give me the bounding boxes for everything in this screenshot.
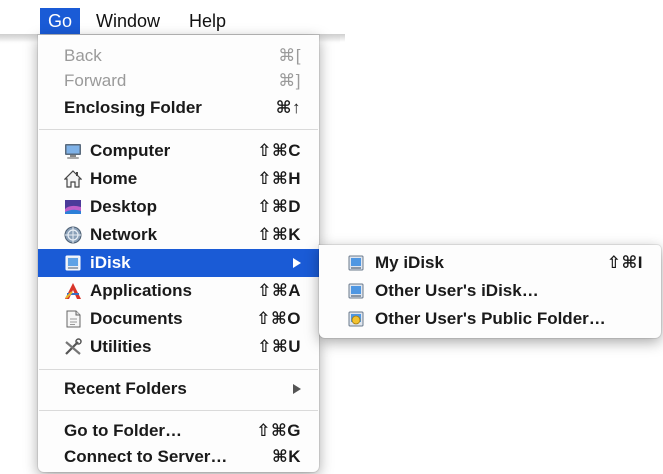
menu-item-my-idisk[interactable]: My iDisk ⇧⌘I [319, 249, 661, 277]
menu-item-forward[interactable]: Forward ⌘] [38, 67, 319, 95]
menubar-go[interactable]: Go [40, 8, 81, 35]
menu-item-label: Recent Folders [64, 379, 187, 398]
shortcut-label: ⇧⌘O [256, 309, 301, 328]
menu-item-label: Back [64, 46, 102, 65]
menu-item-applications[interactable]: Applications ⇧⌘A [38, 277, 319, 305]
menubar-help[interactable]: Help [181, 8, 234, 35]
applications-icon [65, 283, 81, 299]
menu-item-computer[interactable]: Computer ⇧⌘C [38, 137, 319, 165]
menu-item-network[interactable]: Network ⇧⌘K [38, 221, 319, 249]
menu-separator [39, 369, 318, 370]
menu-item-label: Utilities [90, 337, 152, 356]
menu-item-desktop[interactable]: Desktop ⇧⌘D [38, 193, 319, 221]
network-icon [64, 226, 82, 244]
menu-item-label: Desktop [90, 197, 158, 216]
shortcut-label: ⇧⌘A [257, 281, 301, 300]
menu-item-label: Connect to Server… [64, 447, 228, 466]
idisk-submenu: My iDisk ⇧⌘I Other User's iDisk… Other U… [319, 245, 661, 338]
menu-item-other-users-idisk[interactable]: Other User's iDisk… [319, 277, 661, 305]
menubar-window[interactable]: Window [88, 8, 168, 35]
shortcut-label: ⇧⌘G [256, 421, 301, 440]
go-menu: Back ⌘[ Forward ⌘] Enclosing Folder ⌘↑ C… [38, 35, 319, 472]
shortcut-label: ⌘[ [278, 46, 301, 65]
submenu-arrow-icon [293, 258, 301, 268]
menu-item-recent-folders[interactable]: Recent Folders [38, 375, 319, 403]
shortcut-label: ⌘K [271, 447, 301, 466]
menu-item-connect-to-server[interactable]: Connect to Server… ⌘K [38, 443, 319, 471]
documents-icon [66, 310, 81, 328]
menu-item-go-to-folder[interactable]: Go to Folder… ⇧⌘G [38, 417, 319, 445]
desktop-icon [65, 200, 81, 214]
menu-item-label: Enclosing Folder [64, 98, 202, 117]
menu-item-label: Documents [90, 309, 183, 328]
shortcut-label: ⇧⌘K [257, 225, 301, 244]
menu-item-label: iDisk [90, 253, 131, 272]
idisk-icon [348, 255, 364, 271]
shortcut-label: ⇧⌘H [257, 169, 301, 188]
menu-item-label: My iDisk [375, 253, 444, 272]
idisk-icon [65, 255, 81, 271]
menu-item-other-users-public-folder[interactable]: Other User's Public Folder… [319, 305, 661, 333]
shortcut-label: ⇧⌘I [606, 253, 643, 272]
shortcut-label: ⇧⌘U [257, 337, 301, 356]
shortcut-label: ⇧⌘D [257, 197, 301, 216]
submenu-arrow-icon [293, 384, 301, 394]
menu-item-enclosing-folder[interactable]: Enclosing Folder ⌘↑ [38, 94, 319, 122]
menu-item-label: Applications [90, 281, 193, 300]
home-icon [64, 170, 82, 188]
menu-item-documents[interactable]: Documents ⇧⌘O [38, 305, 319, 333]
shortcut-label: ⇧⌘C [257, 141, 301, 160]
menu-item-label: Go to Folder… [64, 421, 183, 440]
menu-separator [39, 129, 318, 130]
menu-separator [39, 410, 318, 411]
shortcut-label: ⌘] [278, 71, 301, 90]
menu-item-home[interactable]: Home ⇧⌘H [38, 165, 319, 193]
idisk-icon [348, 283, 364, 299]
public-folder-icon [348, 311, 364, 327]
menu-item-utilities[interactable]: Utilities ⇧⌘U [38, 333, 319, 361]
menu-item-label: Home [90, 169, 138, 188]
utilities-icon [65, 338, 82, 355]
menu-item-label: Other User's Public Folder… [375, 309, 606, 328]
menu-item-back[interactable]: Back ⌘[ [38, 42, 319, 70]
menu-item-label: Computer [90, 141, 171, 160]
menu-item-label: Network [90, 225, 158, 244]
menu-item-label: Forward [64, 71, 127, 90]
menu-item-idisk[interactable]: iDisk [38, 249, 319, 277]
shortcut-label: ⌘↑ [275, 98, 301, 117]
computer-icon [65, 144, 81, 159]
menu-item-label: Other User's iDisk… [375, 281, 539, 300]
